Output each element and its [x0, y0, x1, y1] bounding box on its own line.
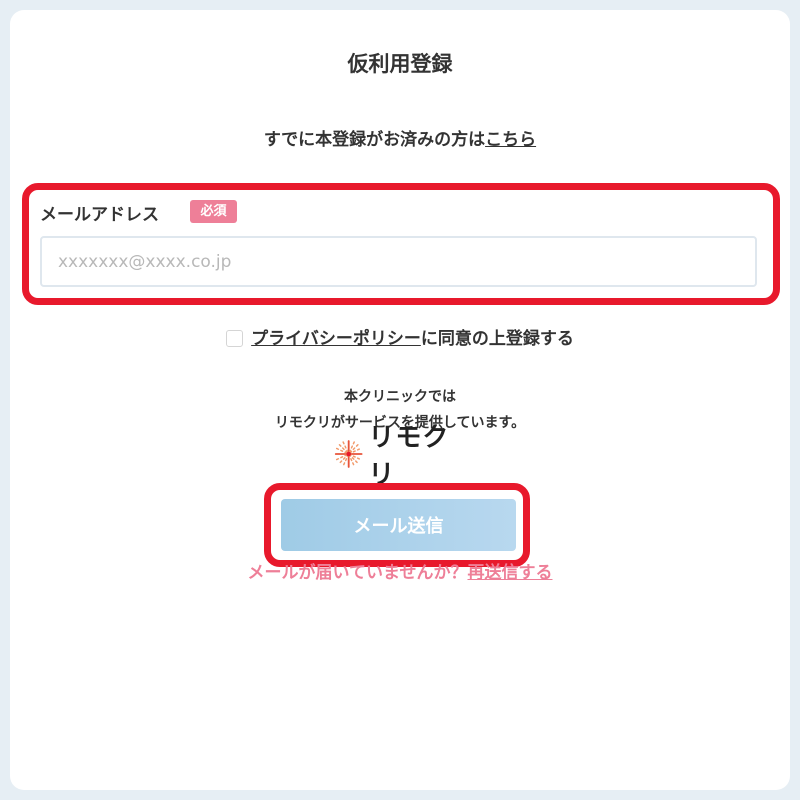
privacy-consent-label: に同意の上登録する	[420, 329, 574, 349]
already-registered-label: すでに本登録がお済みの方は	[263, 130, 486, 150]
privacy-policy-link[interactable]: プライバシーポリシー	[251, 329, 421, 349]
already-registered-text: すでに本登録がお済みの方はこちら	[0, 125, 800, 150]
logo-text: リモクリ	[368, 423, 450, 490]
remokuri-logo: リモクリ	[333, 423, 468, 490]
already-registered-link[interactable]: こちら	[485, 130, 536, 150]
required-badge: 必須	[190, 200, 237, 223]
privacy-consent-row: プライバシーポリシーに同意の上登録する	[0, 324, 800, 349]
email-label: メールアドレス	[40, 205, 159, 225]
email-input[interactable]	[40, 236, 757, 287]
send-email-button[interactable]: メール送信	[281, 499, 516, 551]
privacy-consent-checkbox[interactable]	[226, 330, 244, 347]
resend-text: メールが届いていませんか？	[247, 563, 468, 583]
clinic-info-line1: 本クリニックでは	[344, 389, 456, 405]
resend-row: メールが届いていませんか？再送信する	[0, 558, 800, 583]
resend-link[interactable]: 再送信する	[467, 563, 552, 583]
page-title: 仮利用登録	[347, 52, 453, 76]
sparkle-logo-icon	[334, 440, 363, 468]
